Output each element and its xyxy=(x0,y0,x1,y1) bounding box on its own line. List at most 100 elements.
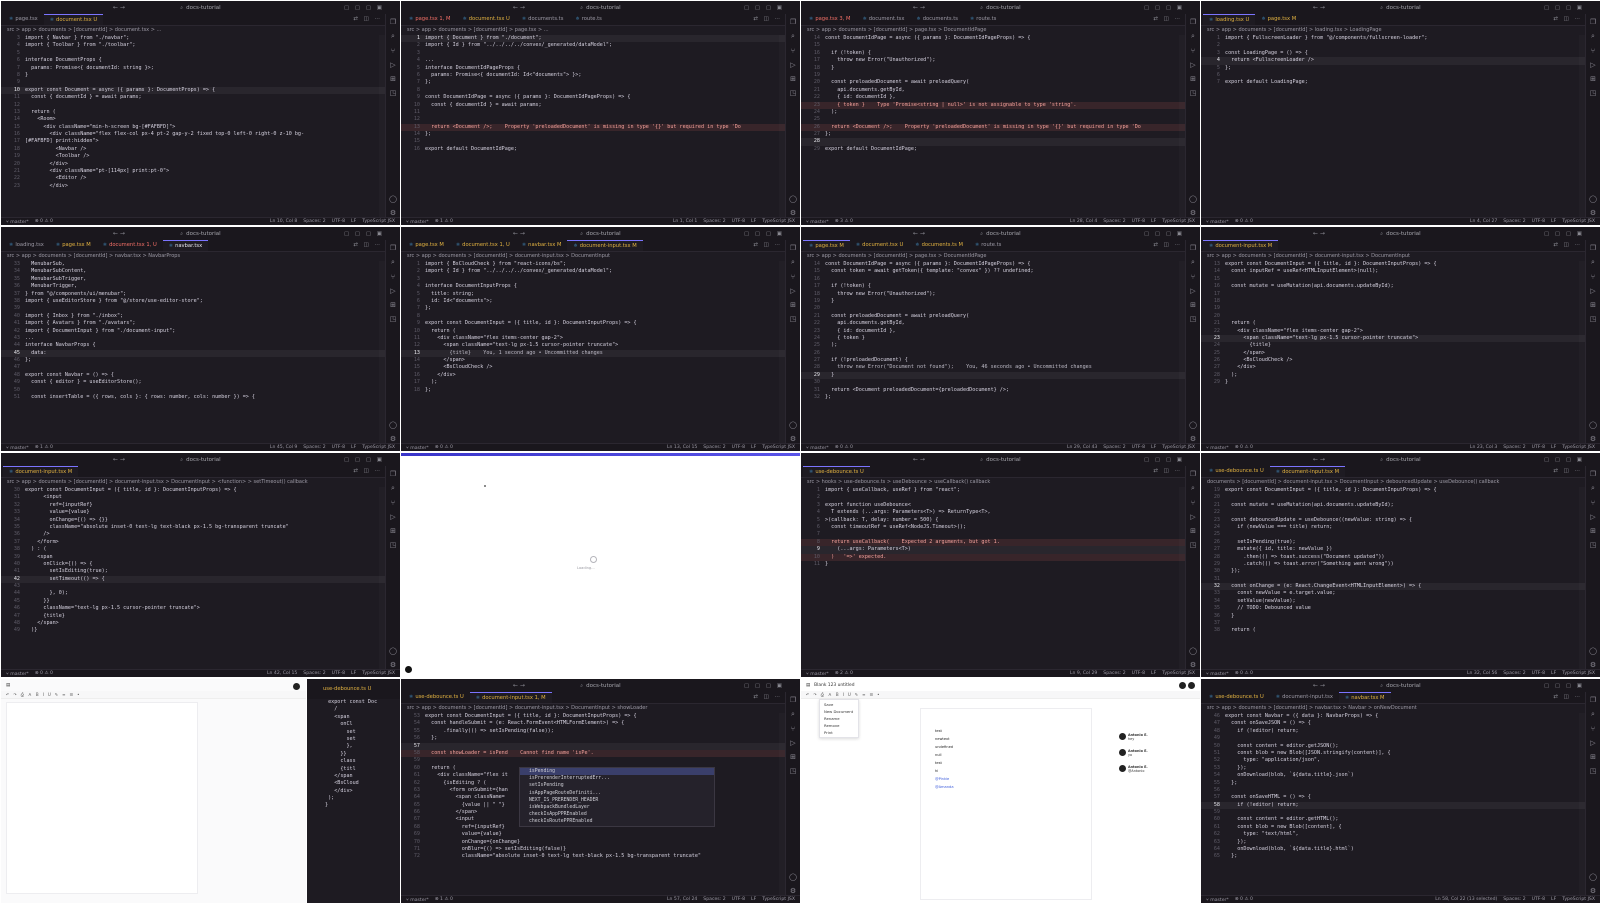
remote-icon[interactable]: ◳ xyxy=(1190,541,1197,549)
comment[interactable]: Antonio E. yo xyxy=(1119,749,1189,757)
settings-gear-icon[interactable]: ⚙ xyxy=(790,435,796,443)
toolbar-button-icon[interactable]: ☰ xyxy=(870,692,874,697)
account-icon[interactable]: ◯ xyxy=(389,421,397,429)
run-debug-icon[interactable]: ▷ xyxy=(1590,513,1595,521)
minimap[interactable] xyxy=(1579,713,1585,895)
indentation[interactable]: Spaces: 2 xyxy=(1503,671,1525,676)
language-mode[interactable]: TypeScript JSX xyxy=(762,897,795,902)
cursor-position[interactable]: Ln 13, Col 15 xyxy=(667,445,697,450)
autocomplete-item[interactable]: isAppPageRouteDefiniti... xyxy=(520,790,714,797)
editor-tab[interactable]: ⚛ route.ts xyxy=(964,14,1002,25)
search-icon[interactable]: ⌕ xyxy=(180,5,183,11)
settings-gear-icon[interactable]: ⚙ xyxy=(1590,661,1596,669)
run-debug-icon[interactable]: ▷ xyxy=(1190,287,1195,295)
encoding[interactable]: UTF-8 xyxy=(732,445,745,450)
encoding[interactable]: UTF-8 xyxy=(332,671,345,676)
editor-actions-icon[interactable]: ⇄ ◫ ⋯ xyxy=(1553,242,1582,248)
remote-icon[interactable]: ◳ xyxy=(390,89,397,97)
git-branch[interactable]: ⑂ master* xyxy=(406,897,429,903)
cursor-position[interactable]: Ln 58, Col 22 (13 selected) xyxy=(1435,897,1497,902)
search-icon[interactable]: ⌕ xyxy=(980,457,983,463)
nav-arrows-icon[interactable]: ← → xyxy=(1313,230,1325,237)
editor-tab[interactable]: ⚛ page.tsx M xyxy=(403,240,450,251)
problem-counts[interactable]: ⊗ 0 ⚠ 0 xyxy=(35,671,53,676)
line-ending[interactable]: LF xyxy=(751,219,756,224)
problem-counts[interactable]: ⊗ 0 ⚠ 0 xyxy=(1235,219,1253,224)
encoding[interactable]: UTF-8 xyxy=(1532,219,1545,224)
code-editor[interactable]: 14 const DocumentIdPage = async ({ params… xyxy=(801,35,1185,217)
search-icon[interactable]: ⌕ xyxy=(1380,457,1383,463)
autocomplete-popup[interactable]: isPending isPrerenderInterruptedErr... set… xyxy=(519,767,715,827)
cursor-position[interactable]: Ln 57, Col 24 xyxy=(667,897,697,902)
account-icon[interactable]: ◯ xyxy=(1189,421,1197,429)
language-mode[interactable]: TypeScript JSX xyxy=(1562,671,1595,676)
search-icon[interactable]: ⌕ xyxy=(580,231,583,237)
code-editor[interactable]: 1 import { useCallback, useRef } from "re… xyxy=(801,487,1185,669)
window-controls-icon[interactable]: ▢ ▢ ▢ ▣ xyxy=(1544,457,1584,463)
autocomplete-item[interactable]: NEXT_IS_PRERENDER_HEADER xyxy=(520,797,714,804)
line-ending[interactable]: LF xyxy=(1151,671,1156,676)
toolbar-button-icon[interactable]: ↶ xyxy=(806,692,809,697)
git-branch[interactable]: ⑂ master* xyxy=(406,445,429,451)
line-ending[interactable]: LF xyxy=(1551,445,1556,450)
editor-actions-icon[interactable]: ⇄ ◫ ⋯ xyxy=(753,694,782,700)
line-ending[interactable]: LF xyxy=(1551,897,1556,902)
extensions-icon[interactable]: ⊞ xyxy=(390,527,396,535)
doc-paper[interactable] xyxy=(7,703,197,893)
breadcrumb[interactable]: src > app > documents > [documentId] > d… xyxy=(1201,252,1585,261)
editor-tab[interactable]: ⚛ page.tsx xyxy=(3,14,44,25)
indentation[interactable]: Spaces: 2 xyxy=(1103,219,1125,224)
toolbar-button-icon[interactable]: ≡ xyxy=(862,692,865,697)
search-icon[interactable]: ⌕ xyxy=(391,484,395,493)
search-icon[interactable]: ⌕ xyxy=(1380,5,1383,11)
search-icon[interactable]: ⌕ xyxy=(791,258,795,267)
editor-actions-icon[interactable]: ⇄ ◫ ⋯ xyxy=(753,16,782,22)
editor-tab[interactable]: ⚛ navbar.tsx M xyxy=(1338,692,1391,703)
files-icon[interactable]: ❐ xyxy=(1590,696,1596,704)
toolbar-button-icon[interactable]: ≡ xyxy=(62,692,65,697)
account-icon[interactable]: ◯ xyxy=(1589,647,1597,655)
autocomplete-item[interactable]: isWebpackBundledLayer xyxy=(520,804,714,811)
autocomplete-item[interactable]: checkIsRoutePPREnabled xyxy=(520,818,714,825)
source-control-icon[interactable]: ⑂ xyxy=(791,273,795,281)
comment[interactable]: Antonio E. @Antonio xyxy=(1119,765,1189,773)
search-icon[interactable]: ⌕ xyxy=(391,258,395,267)
editor-tab[interactable]: ⚛ document.tsx 1, U xyxy=(450,240,516,251)
problem-counts[interactable]: ⊗ 0 ⚠ 0 xyxy=(1235,671,1253,676)
file-menu[interactable]: Save New Document Rename Remove Print xyxy=(819,699,859,738)
toolbar-button-icon[interactable]: Ａ xyxy=(828,692,832,698)
cursor-position[interactable]: Ln 4, Col 27 xyxy=(1470,219,1497,224)
line-ending[interactable]: LF xyxy=(751,897,756,902)
nav-arrows-icon[interactable]: ← → xyxy=(913,4,925,11)
minimap[interactable] xyxy=(1579,487,1585,669)
toolbar-button-icon[interactable]: ⎙ xyxy=(21,692,24,697)
settings-gear-icon[interactable]: ⚙ xyxy=(390,661,396,669)
toolbar-button-icon[interactable]: I xyxy=(843,692,844,697)
editor-tab[interactable]: ⚛ use-debounce.ts U xyxy=(403,692,470,703)
editor-actions-icon[interactable]: ⇄ ◫ ⋯ xyxy=(353,16,382,22)
extensions-icon[interactable]: ⊞ xyxy=(1190,527,1196,535)
git-branch[interactable]: ⑂ master* xyxy=(1206,445,1229,451)
window-controls-icon[interactable]: ▢ ▢ ▢ ▣ xyxy=(1144,457,1184,463)
search-icon[interactable]: ⌕ xyxy=(1191,32,1195,41)
editor-actions-icon[interactable]: ⇄ ◫ ⋯ xyxy=(1553,468,1582,474)
account-icon[interactable]: ◯ xyxy=(789,421,797,429)
extensions-icon[interactable]: ⊞ xyxy=(1190,75,1196,83)
toolbar-button-icon[interactable]: B xyxy=(836,692,839,697)
window-controls-icon[interactable]: ▢ ▢ ▢ ▣ xyxy=(1544,231,1584,237)
editor-actions-icon[interactable]: ⇄ ◫ ⋯ xyxy=(753,242,782,248)
source-control-icon[interactable]: ⑂ xyxy=(791,725,795,733)
account-icon[interactable]: ◯ xyxy=(1589,873,1597,881)
language-mode[interactable]: TypeScript JSX xyxy=(762,445,795,450)
language-mode[interactable]: TypeScript JSX xyxy=(1162,445,1195,450)
code-editor[interactable]: 13 export const DocumentInput = ({ title,… xyxy=(1201,261,1585,443)
editor-tab[interactable]: ⚛ document-input.tsx M xyxy=(3,466,79,477)
search-icon[interactable]: ⌕ xyxy=(391,32,395,41)
remote-icon[interactable]: ◳ xyxy=(390,315,397,323)
indentation[interactable]: Spaces: 2 xyxy=(1503,897,1525,902)
indentation[interactable]: Spaces: 2 xyxy=(703,445,725,450)
indentation[interactable]: Spaces: 2 xyxy=(1503,445,1525,450)
remote-icon[interactable]: ◳ xyxy=(1590,541,1597,549)
run-debug-icon[interactable]: ▷ xyxy=(1190,61,1195,69)
code-editor[interactable]: 46 export const Navbar = ({ data }: Navba… xyxy=(1201,713,1585,895)
